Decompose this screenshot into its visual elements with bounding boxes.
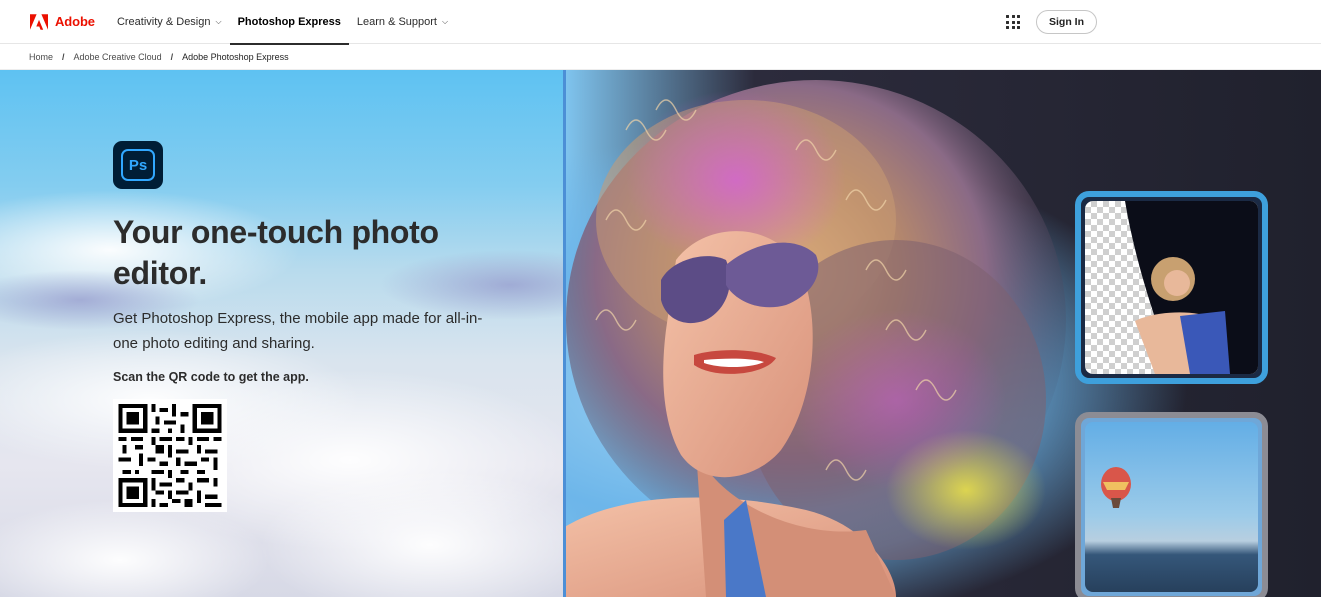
nav-creativity-design-label: Creativity & Design — [116, 15, 211, 28]
thumbnail-remove-background[interactable] — [1075, 191, 1268, 384]
nav-photoshop-express-label: Photoshop Express — [237, 15, 341, 28]
photoshop-express-app-icon: Ps — [113, 141, 163, 189]
thumbnail-sky-replace[interactable] — [1075, 412, 1268, 597]
adobe-logo-icon — [30, 13, 48, 30]
nav-photoshop-express[interactable]: Photoshop Express — [229, 0, 350, 45]
thumbnail-transparent-preview — [1085, 201, 1258, 374]
nav-learn-support-label: Learn & Support — [356, 15, 437, 28]
hero-content: Ps Your one-touch photo editor. Get Phot… — [113, 141, 533, 512]
ps-logo-text: Ps — [121, 149, 155, 181]
hot-air-balloon-image — [1101, 467, 1131, 508]
adobe-logo-link[interactable]: Adobe — [30, 0, 95, 44]
qr-code-icon — [118, 404, 222, 507]
breadcrumb-home[interactable]: Home — [29, 52, 53, 62]
breadcrumb: Home / Adobe Creative Cloud / Adobe Phot… — [0, 45, 1321, 70]
nav-learn-support[interactable]: Learn & Support ⌵ — [349, 0, 456, 44]
sign-in-button[interactable]: Sign In — [1036, 10, 1097, 34]
breadcrumb-creative-cloud[interactable]: Adobe Creative Cloud — [74, 52, 162, 62]
global-nav: Adobe Creativity & Design ⌵ Photoshop Ex… — [0, 0, 1321, 45]
hero-description: Get Photoshop Express, the mobile app ma… — [113, 310, 483, 352]
breadcrumb-separator: / — [62, 52, 65, 62]
before-after-divider[interactable] — [563, 70, 566, 597]
breadcrumb-current: Adobe Photoshop Express — [182, 52, 289, 62]
adobe-wordmark: Adobe — [55, 14, 95, 29]
thumbnail-balloon-preview — [1085, 422, 1258, 592]
qr-code-image[interactable] — [113, 399, 227, 512]
cutout-person-image — [1125, 201, 1258, 374]
nav-creativity-design[interactable]: Creativity & Design ⌵ — [109, 0, 230, 44]
qr-instruction: Scan the QR code to get the app. — [113, 370, 309, 384]
hero-section: Ps Your one-touch photo editor. Get Phot… — [0, 70, 1321, 597]
nav-actions: Sign In — [1006, 0, 1097, 44]
apps-grid-icon[interactable] — [1006, 15, 1020, 29]
chevron-down-icon: ⌵ — [215, 16, 222, 26]
chevron-down-icon: ⌵ — [442, 16, 449, 26]
breadcrumb-separator: / — [170, 52, 174, 62]
hero-title: Your one-touch photo editor. — [113, 214, 439, 291]
